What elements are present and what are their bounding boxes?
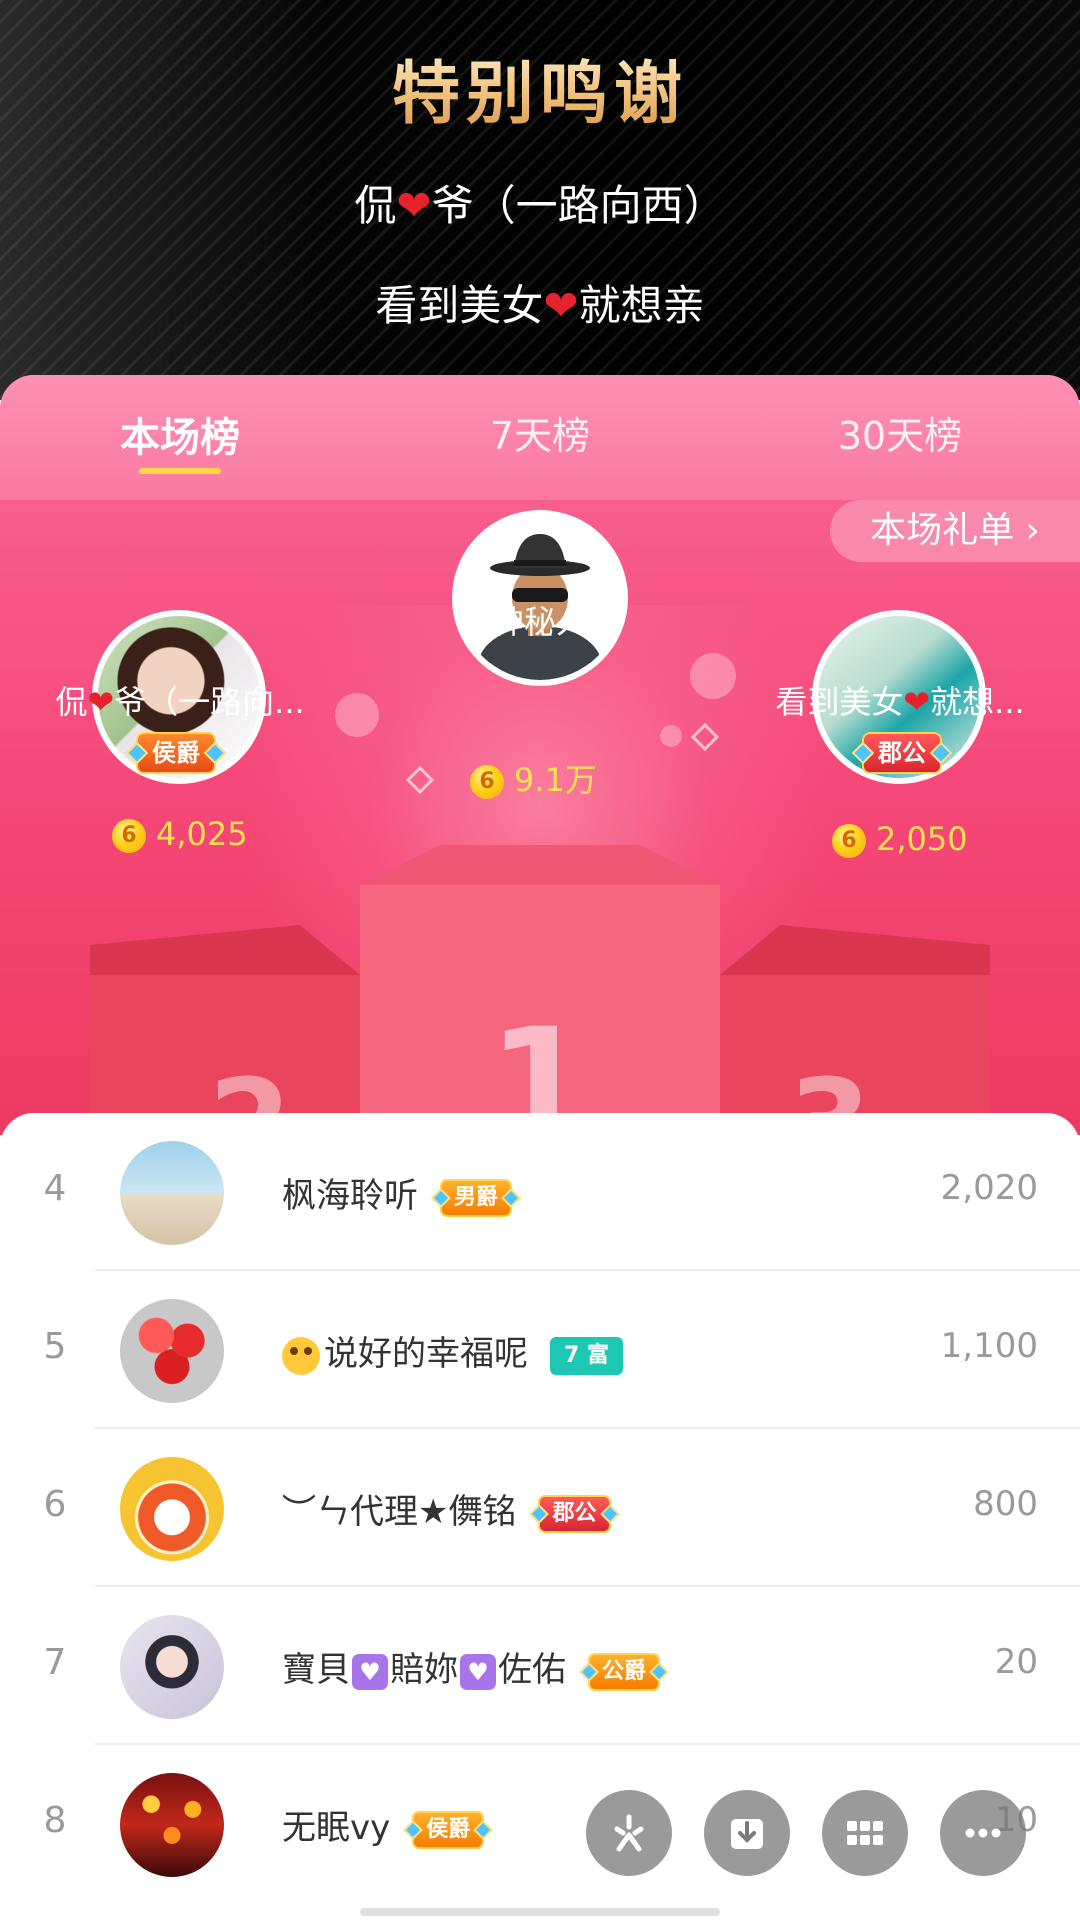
tab-30-days[interactable]: 30天榜 [720,405,1080,460]
ranking-list: 4 枫海聆听 男爵 2,020 5 说好的幸福呢 7 富 1,100 6 ︶ㄣ代理★… [0,1113,1080,1920]
list-item-score: 800 [973,1484,1038,1524]
list-item-name: 枫海聆听 男爵 [282,1168,513,1217]
sparkle-button[interactable] [586,1790,672,1876]
special-thanks-banner: 特别鸣谢 侃❤爷（一路向西） 看到美女❤就想亲 [0,0,1080,400]
list-item-score: 1,100 [940,1326,1038,1366]
rank-number: 8 [43,1800,67,1841]
menu-grid-button[interactable] [822,1790,908,1876]
list-item[interactable]: 8 无眠vy侯爵 10 [0,1745,1080,1903]
list-item-score: 20 [994,1642,1038,1682]
avatar[interactable] [120,1615,224,1719]
rank-number: 4 [43,1168,67,1209]
active-tab-indicator [139,468,221,474]
more-icon [965,1828,1001,1838]
list-item[interactable]: 7 寶貝 ♥ 賠妳 ♥ 佐佑 公爵 20 [0,1587,1080,1745]
purple-heart-icon: ♥ [460,1653,496,1690]
avatar[interactable] [120,1773,224,1877]
download-button[interactable] [704,1790,790,1876]
rank-badge-duke: 郡公 [538,1494,611,1533]
avatar[interactable] [120,1299,224,1403]
coin-icon: 6 [112,819,146,853]
list-item[interactable]: 6 ︶ㄣ代理★儛铭 郡公 800 [0,1429,1080,1587]
banner-thanks-line-2: 看到美女❤就想亲 [375,281,705,330]
ranking-panel: 本场榜 7天榜 30天榜 本场礼单 › 1 2 3 神秘人 6 9.1万 侃❤爷… [0,375,1080,1135]
grid-icon [847,1821,883,1845]
heart-icon: ❤ [903,683,931,721]
rolling-eyes-emoji-icon [282,1336,320,1375]
second-place-score: 6 4,025 [112,815,248,853]
avatar[interactable] [120,1457,224,1561]
rank-badge-duke: 公爵 [588,1652,661,1691]
avatar[interactable] [120,1141,224,1245]
ranking-tabs: 本场榜 7天榜 30天榜 [0,375,1080,500]
list-item-name: 无眠vy 侯爵 [282,1800,485,1849]
rank-number: 7 [43,1642,67,1683]
list-item-name: 寶貝 ♥ 賠妳 ♥ 佐佑 公爵 [282,1642,661,1691]
rank-badge-wealth-level: 7 富 [550,1336,623,1375]
banner-thanks-line-1: 侃❤爷（一路向西） [354,181,726,230]
list-item[interactable]: 4 枫海聆听 男爵 2,020 [0,1113,1080,1271]
second-place-name: 侃❤爷（一路向... [55,683,305,721]
tab-7-days[interactable]: 7天榜 [360,405,720,460]
coin-icon: 6 [470,765,504,799]
bubble-decoration [690,653,736,699]
more-button[interactable] [940,1790,1026,1876]
tab-this-session[interactable]: 本场榜 [0,405,360,463]
list-item-score: 2,020 [940,1168,1038,1208]
rank-badge-marquis: 侯爵 [412,1810,485,1849]
home-indicator [360,1908,720,1916]
first-place-name: 神秘人 [491,603,588,641]
list-item[interactable]: 5 说好的幸福呢 7 富 1,100 [0,1271,1080,1429]
bubble-decoration [660,725,682,747]
download-icon [731,1819,763,1849]
list-item-name: ︶ㄣ代理★儛铭 郡公 [282,1484,611,1533]
third-place-name: 看到美女❤就想... [775,683,1025,721]
banner-title: 特别鸣谢 [0,38,1080,137]
third-place-score: 6 2,050 [832,820,968,858]
rank-badge-baron: 男爵 [440,1178,513,1217]
heart-icon: ❤ [543,281,579,330]
heart-icon: ❤ [396,181,432,230]
heart-icon: ❤ [87,683,115,721]
rank-number: 6 [43,1484,67,1525]
podium: 1 2 3 [90,845,990,1135]
rank-badge-duke: 郡公 [862,732,942,774]
rank-number: 5 [43,1326,67,1367]
first-place-score: 6 9.1万 [470,755,597,801]
coin-icon: 6 [832,824,866,858]
bubble-decoration [335,693,379,737]
gift-list-button[interactable]: 本场礼单 › [830,500,1080,562]
purple-heart-icon: ♥ [352,1653,388,1690]
rank-badge-marquis: 侯爵 [136,732,216,774]
list-item-name: 说好的幸福呢 7 富 [282,1326,623,1375]
sparkle-icon [614,1814,644,1852]
